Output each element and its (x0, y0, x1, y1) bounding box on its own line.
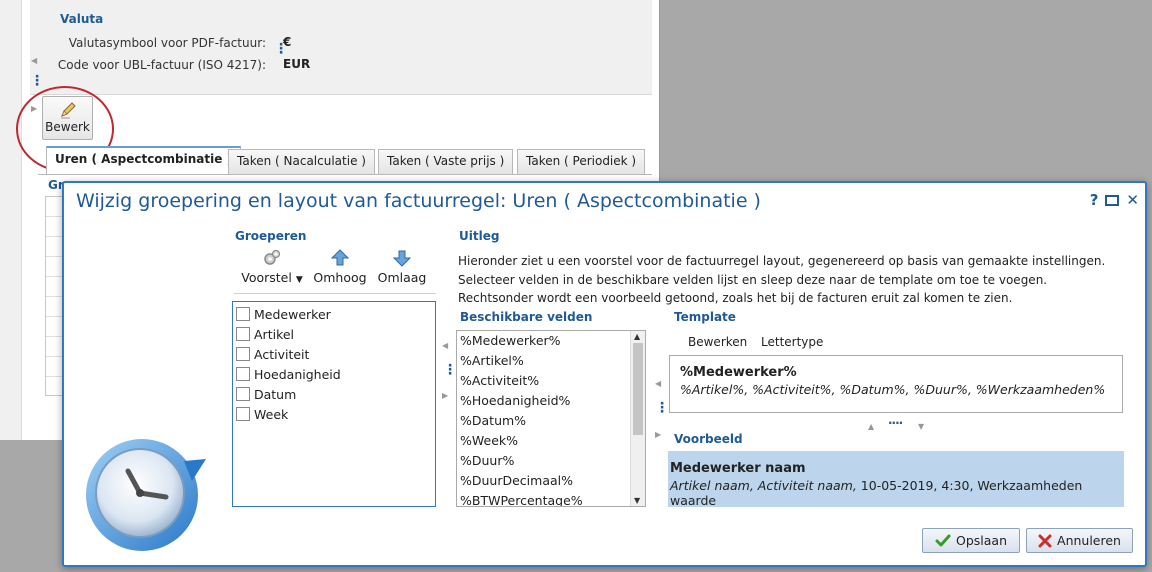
expand-right-arrow-icon[interactable]: ▶ (442, 391, 448, 400)
dropdown-arrow-icon: ▼ (295, 275, 303, 285)
checkbox[interactable] (236, 367, 250, 381)
tab-edit[interactable]: Bewerken (688, 335, 747, 349)
move-up-label: Omhoog (313, 270, 367, 285)
splitter-handle-icon[interactable]: ⋮ (30, 74, 44, 88)
template-line-1: %Medewerker% (680, 365, 797, 380)
arrow-up-icon (330, 249, 350, 266)
tab-divider (38, 174, 652, 175)
list-item[interactable]: %Datum% (457, 411, 645, 431)
list-item[interactable]: %Week% (457, 431, 645, 451)
grouping-item-label: Datum (254, 386, 297, 402)
cancel-button-label: Annuleren (1057, 533, 1121, 548)
template-line-2: %Artikel%, %Activiteit%, %Datum%, %Duur%… (680, 382, 1106, 397)
collapse-left-arrow-icon[interactable]: ◀ (442, 341, 448, 350)
list-item[interactable]: Artikel (233, 324, 435, 344)
template-editor[interactable]: %Medewerker% %Artikel%, %Activiteit%, %D… (669, 355, 1123, 413)
scroll-thumb[interactable] (633, 343, 643, 435)
preview-box: Medewerker naam Artikel naam, Activiteit… (668, 451, 1124, 508)
list-item[interactable]: %Activiteit% (457, 371, 645, 391)
scroll-down-icon[interactable]: ▼ (634, 496, 640, 505)
checkbox[interactable] (236, 387, 250, 401)
list-item[interactable]: %Hoedanigheid% (457, 391, 645, 411)
list-item[interactable]: Activiteit (233, 344, 435, 364)
explanation-line: Hieronder ziet u een voorstel voor de fa… (458, 254, 1106, 268)
background-left-strip (0, 0, 22, 440)
available-fields-heading: Beschikbare velden (460, 310, 593, 324)
list-item[interactable]: %Medewerker% (457, 331, 645, 351)
grouping-heading: Groeperen (235, 229, 307, 243)
explanation-line: Selecteer velden in de beschikbare velde… (458, 272, 1048, 287)
list-item[interactable]: Week (233, 404, 435, 424)
clock-logo-icon (86, 439, 206, 551)
checkbox[interactable] (236, 407, 250, 421)
dialog-controls: ? ✕ (1090, 191, 1139, 209)
save-button-label: Opslaan (955, 533, 1007, 548)
cross-icon (1038, 534, 1052, 547)
move-down-button[interactable]: Omlaag (374, 248, 430, 285)
splitter-handle-icon[interactable]: ···· (888, 416, 903, 430)
explanation-line: Rechtsonder wordt een voorbeeld getoond,… (458, 291, 1013, 305)
ubl-code-value[interactable]: EUR (283, 57, 310, 71)
preview-line-2: Artikel naam, Activiteit naam, 10-05-201… (670, 478, 1122, 508)
maximize-icon[interactable] (1105, 194, 1120, 206)
tab-font[interactable]: Lettertype (761, 335, 823, 349)
checkbox[interactable] (236, 347, 250, 361)
move-down-label: Omlaag (377, 270, 427, 285)
suggest-button-label: Voorstel (241, 270, 292, 285)
fields-scrollbar[interactable]: ▲ ▼ (630, 331, 645, 506)
list-item[interactable]: Datum (233, 384, 435, 404)
list-item[interactable]: %Artikel% (457, 351, 645, 371)
cancel-button[interactable]: Annuleren (1026, 528, 1133, 553)
collapse-up-arrow-icon[interactable]: ▲ (868, 422, 874, 431)
splitter-handle-icon[interactable]: ⋮ (274, 42, 288, 56)
gears-icon (264, 249, 281, 265)
suggest-button[interactable]: Voorstel ▼ (240, 248, 304, 285)
tab-taken-vaste-prijs[interactable]: Taken ( Vaste prijs ) (378, 149, 514, 174)
move-up-button[interactable]: Omhoog (312, 248, 368, 285)
tab-uren-aspectcombinatie[interactable]: Uren ( Aspectcombinatie ) (46, 146, 242, 174)
grouping-item-label: Artikel (254, 326, 295, 342)
collapse-arrow-icon[interactable]: ◀ (31, 56, 37, 65)
available-fields-list: %Medewerker% %Artikel% %Activiteit% %Hoe… (456, 330, 646, 507)
tab-taken-periodiek[interactable]: Taken ( Periodiek ) (517, 149, 646, 174)
checkmark-icon (935, 534, 951, 546)
expand-right-arrow-icon[interactable]: ▶ (655, 430, 661, 439)
list-item[interactable]: Medewerker (233, 304, 435, 324)
grouping-item-label: Hoedanigheid (254, 366, 341, 382)
grouping-item-label: Medewerker (254, 306, 331, 322)
close-icon[interactable]: ✕ (1126, 191, 1139, 209)
layout-dialog: Wijzig groepering en layout van factuurr… (62, 181, 1147, 567)
splitter-handle-icon[interactable]: ⋮ (655, 401, 669, 415)
currency-symbol-label: Valutasymbool voor PDF-factuur: (68, 36, 266, 50)
preview-line-1: Medewerker naam (670, 461, 806, 476)
expand-down-arrow-icon[interactable]: ▼ (918, 422, 924, 431)
dialog-title: Wijzig groepering en layout van factuurr… (76, 190, 761, 212)
grouping-item-label: Activiteit (254, 346, 310, 362)
tab-taken-nacalculatie[interactable]: Taken ( Nacalculatie ) (228, 149, 375, 174)
grouping-list: Medewerker Artikel Activiteit Hoedanighe… (232, 301, 436, 507)
checkbox[interactable] (236, 327, 250, 341)
collapse-left-arrow-icon[interactable]: ◀ (655, 379, 661, 388)
list-item[interactable]: Hoedanigheid (233, 364, 435, 384)
save-button[interactable]: Opslaan (922, 528, 1020, 553)
currency-section-title: Valuta (60, 12, 104, 26)
explanation-text: Hieronder ziet u een voorstel voor de fa… (458, 252, 1138, 308)
list-item[interactable]: %Duur% (457, 451, 645, 471)
preview-heading: Voorbeeld (674, 432, 743, 446)
checkbox[interactable] (236, 307, 250, 321)
grouping-item-label: Week (254, 406, 289, 422)
grouping-toolbar: Voorstel ▼ Omhoog Omlaag (234, 248, 436, 294)
splitter-handle-icon[interactable]: ⋮ (443, 363, 457, 377)
list-item[interactable]: %BTWPercentage% (457, 491, 645, 506)
scroll-up-icon[interactable]: ▲ (634, 332, 640, 341)
arrow-down-icon (392, 250, 412, 267)
currency-panel: Valuta Valutasymbool voor PDF-factuur: €… (30, 0, 652, 95)
template-heading: Template (674, 310, 736, 324)
help-icon[interactable]: ? (1090, 191, 1099, 209)
explanation-heading: Uitleg (459, 229, 500, 243)
preview-italic-part: Artikel naam, Activiteit naam, (670, 478, 857, 493)
ubl-code-label: Code voor UBL-factuur (ISO 4217): (57, 58, 266, 72)
list-item[interactable]: %DuurDecimaal% (457, 471, 645, 491)
